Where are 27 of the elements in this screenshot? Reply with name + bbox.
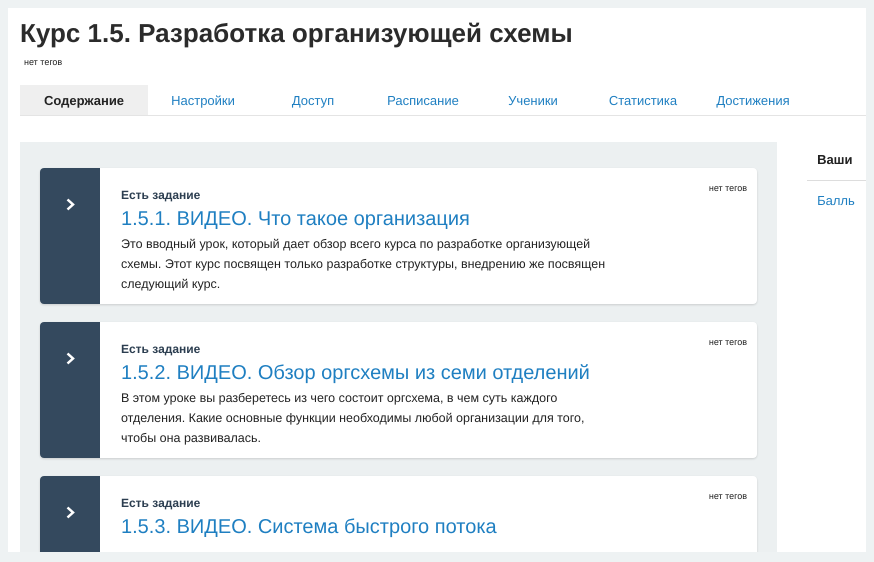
tab[interactable]: Доступ — [258, 85, 368, 116]
tags-label: нет тегов — [708, 336, 748, 350]
tab[interactable]: Настройки — [148, 85, 258, 116]
sidebar-link[interactable]: Балль — [807, 180, 855, 210]
status-label: Есть задание — [121, 341, 200, 358]
status-label: Есть задание — [121, 187, 200, 204]
chevron-right-icon — [66, 506, 74, 520]
sidebar-heading: Ваши — [807, 142, 866, 181]
chevron-right-icon — [66, 198, 74, 212]
chevron-right-icon — [66, 352, 74, 366]
tab[interactable]: Ученики — [478, 85, 588, 116]
status-label: Есть задание — [121, 495, 200, 512]
page-title: Курс 1.5. Разработка организующей схемы — [20, 18, 574, 50]
tab[interactable]: Статистика — [588, 85, 698, 116]
tags-label: нет тегов — [708, 490, 748, 504]
tab[interactable]: Расписание — [368, 85, 478, 116]
expand-strip[interactable] — [40, 168, 100, 304]
tags-label: нет тегов — [708, 182, 748, 196]
expand-strip[interactable] — [40, 322, 100, 458]
lesson-description: Это вводный урок, который дает обзор всего курса по разработке организующей схемы. Этот курс посвящен только разработке структуры, внедрению же посвящен следующий курс. — [121, 236, 606, 294]
tags-label: нет тегов — [24, 56, 62, 70]
lesson-title-link[interactable]: 1.5.2. ВИДЕО. Обзор оргсхемы из семи отделений — [121, 362, 748, 386]
tab[interactable]: Содержание — [20, 85, 148, 116]
lesson-title-link[interactable]: 1.5.1. ВИДЕО. Что такое организация — [121, 208, 748, 232]
lesson-description: В этом уроке вы разберетесь из чего состоит оргсхема, в чем суть каждого отделения. Какие основные функции необходимы любой организации для того, чтобы она развивалась. — [121, 390, 586, 448]
lesson-title-link[interactable]: 1.5.3. ВИДЕО. Система быстрого потока — [121, 516, 748, 540]
tab[interactable]: Достижения — [698, 85, 808, 116]
